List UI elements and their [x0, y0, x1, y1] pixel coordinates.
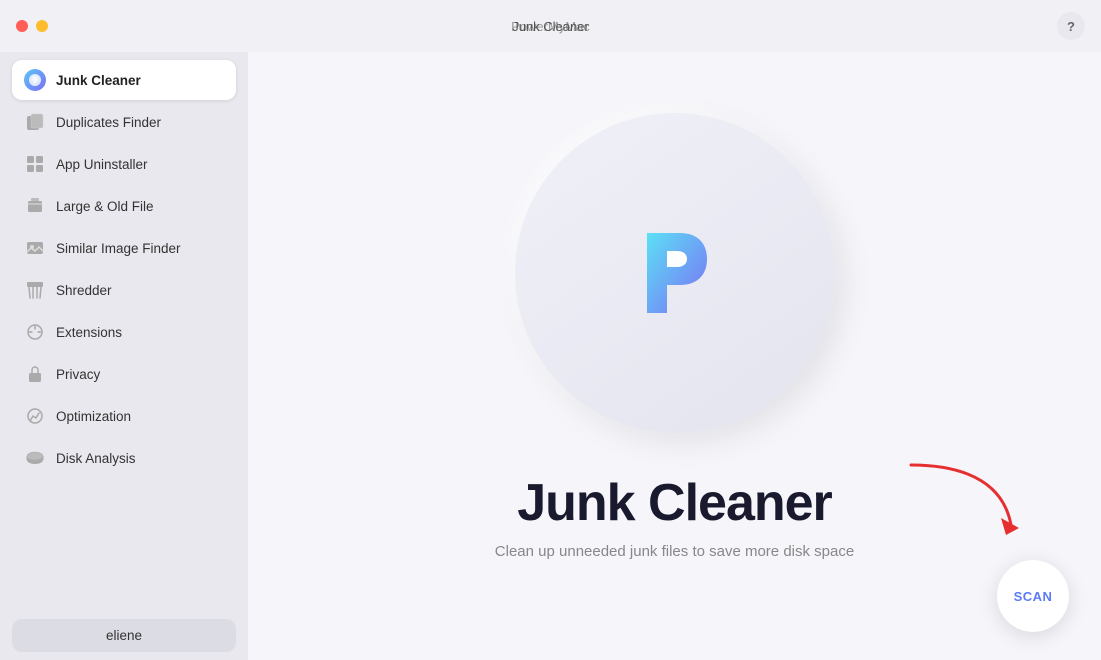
- sidebar-item-shredder[interactable]: Shredder: [12, 270, 236, 310]
- app-uninstaller-icon: [24, 153, 46, 175]
- sidebar-item-privacy-label: Privacy: [56, 367, 100, 382]
- sidebar-item-similar-image-finder[interactable]: Similar Image Finder: [12, 228, 236, 268]
- sidebar-item-optimization-label: Optimization: [56, 409, 131, 424]
- sidebar-item-duplicates-finder-label: Duplicates Finder: [56, 115, 161, 130]
- user-button[interactable]: eliene: [12, 619, 236, 652]
- logo-circle: [515, 113, 835, 433]
- duplicates-finder-icon: [24, 111, 46, 133]
- optimization-icon: [24, 405, 46, 427]
- traffic-lights: [16, 20, 48, 32]
- p-logo: [605, 203, 745, 343]
- sidebar-item-app-uninstaller-label: App Uninstaller: [56, 157, 148, 172]
- sidebar-item-extensions-label: Extensions: [56, 325, 122, 340]
- sidebar-item-large-old-file-label: Large & Old File: [56, 199, 154, 214]
- junk-cleaner-icon: [24, 69, 46, 91]
- sidebar-item-extensions[interactable]: Extensions: [12, 312, 236, 352]
- sidebar-item-similar-image-finder-label: Similar Image Finder: [56, 241, 181, 256]
- main-layout: Junk Cleaner Duplicates Finder: [0, 52, 1101, 660]
- sidebar-item-optimization[interactable]: Optimization: [12, 396, 236, 436]
- sidebar-item-junk-cleaner[interactable]: Junk Cleaner: [12, 60, 236, 100]
- similar-image-finder-icon: [24, 237, 46, 259]
- close-button[interactable]: [16, 20, 28, 32]
- sidebar-item-disk-analysis-label: Disk Analysis: [56, 451, 136, 466]
- window-title: Junk Cleaner: [512, 19, 589, 34]
- sidebar-item-app-uninstaller[interactable]: App Uninstaller: [12, 144, 236, 184]
- sidebar-item-privacy[interactable]: Privacy: [12, 354, 236, 394]
- disk-analysis-icon: [24, 447, 46, 469]
- sidebar-item-junk-cleaner-label: Junk Cleaner: [56, 73, 141, 88]
- titlebar: PowerMyMac Junk Cleaner ?: [0, 0, 1101, 52]
- main-title: Junk Cleaner: [517, 473, 832, 533]
- scan-button-container: SCAN: [997, 560, 1069, 632]
- sidebar-item-duplicates-finder[interactable]: Duplicates Finder: [12, 102, 236, 142]
- sidebar-item-shredder-label: Shredder: [56, 283, 112, 298]
- sidebar-item-large-old-file[interactable]: Large & Old File: [12, 186, 236, 226]
- large-old-file-icon: [24, 195, 46, 217]
- scan-button[interactable]: SCAN: [997, 560, 1069, 632]
- main-subtitle: Clean up unneeded junk files to save mor…: [495, 543, 854, 560]
- minimize-button[interactable]: [36, 20, 48, 32]
- sidebar: Junk Cleaner Duplicates Finder: [0, 52, 248, 660]
- arrow-decoration: [901, 460, 1021, 540]
- shredder-icon: [24, 279, 46, 301]
- privacy-icon: [24, 363, 46, 385]
- extensions-icon: [24, 321, 46, 343]
- content-area: Junk Cleaner Clean up unneeded junk file…: [248, 52, 1101, 660]
- sidebar-item-disk-analysis[interactable]: Disk Analysis: [12, 438, 236, 478]
- help-button[interactable]: ?: [1057, 12, 1085, 40]
